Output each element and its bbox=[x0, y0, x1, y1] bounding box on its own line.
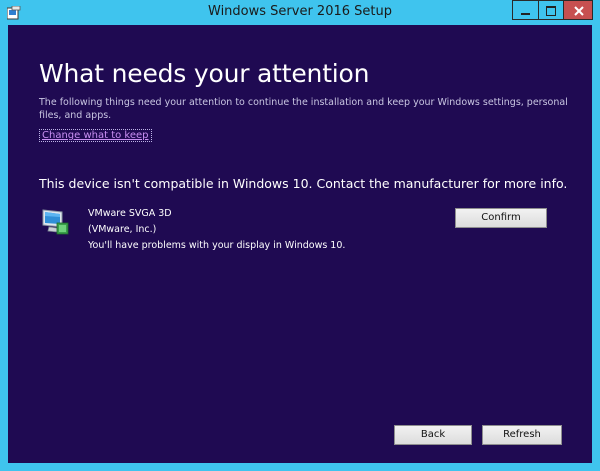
title-bar[interactable]: Windows Server 2016 Setup bbox=[0, 0, 600, 25]
confirm-button[interactable]: Confirm bbox=[455, 208, 547, 228]
refresh-button[interactable]: Refresh bbox=[482, 425, 562, 445]
display-monitor-icon bbox=[42, 209, 69, 235]
compatibility-message: This device isn't compatible in Windows … bbox=[39, 176, 568, 191]
device-name: VMware SVGA 3D bbox=[88, 208, 172, 219]
page-subtitle: The following things need your attention… bbox=[39, 97, 568, 121]
page-title: What needs your attention bbox=[39, 59, 370, 88]
maximize-icon bbox=[546, 6, 556, 16]
close-icon bbox=[574, 6, 584, 16]
minimize-icon bbox=[521, 13, 530, 15]
minimize-button[interactable] bbox=[512, 0, 538, 20]
back-button[interactable]: Back bbox=[394, 425, 472, 445]
setup-window: Windows Server 2016 Setup What needs you… bbox=[0, 0, 600, 471]
close-button[interactable] bbox=[563, 0, 593, 20]
window-title: Windows Server 2016 Setup bbox=[208, 4, 392, 19]
change-what-to-keep-link[interactable]: Change what to keep bbox=[39, 129, 152, 142]
setup-content-panel: What needs your attention The following … bbox=[8, 25, 592, 463]
device-problem-text: You'll have problems with your display i… bbox=[88, 240, 346, 251]
maximize-button[interactable] bbox=[538, 0, 563, 20]
device-vendor: (VMware, Inc.) bbox=[88, 224, 157, 235]
